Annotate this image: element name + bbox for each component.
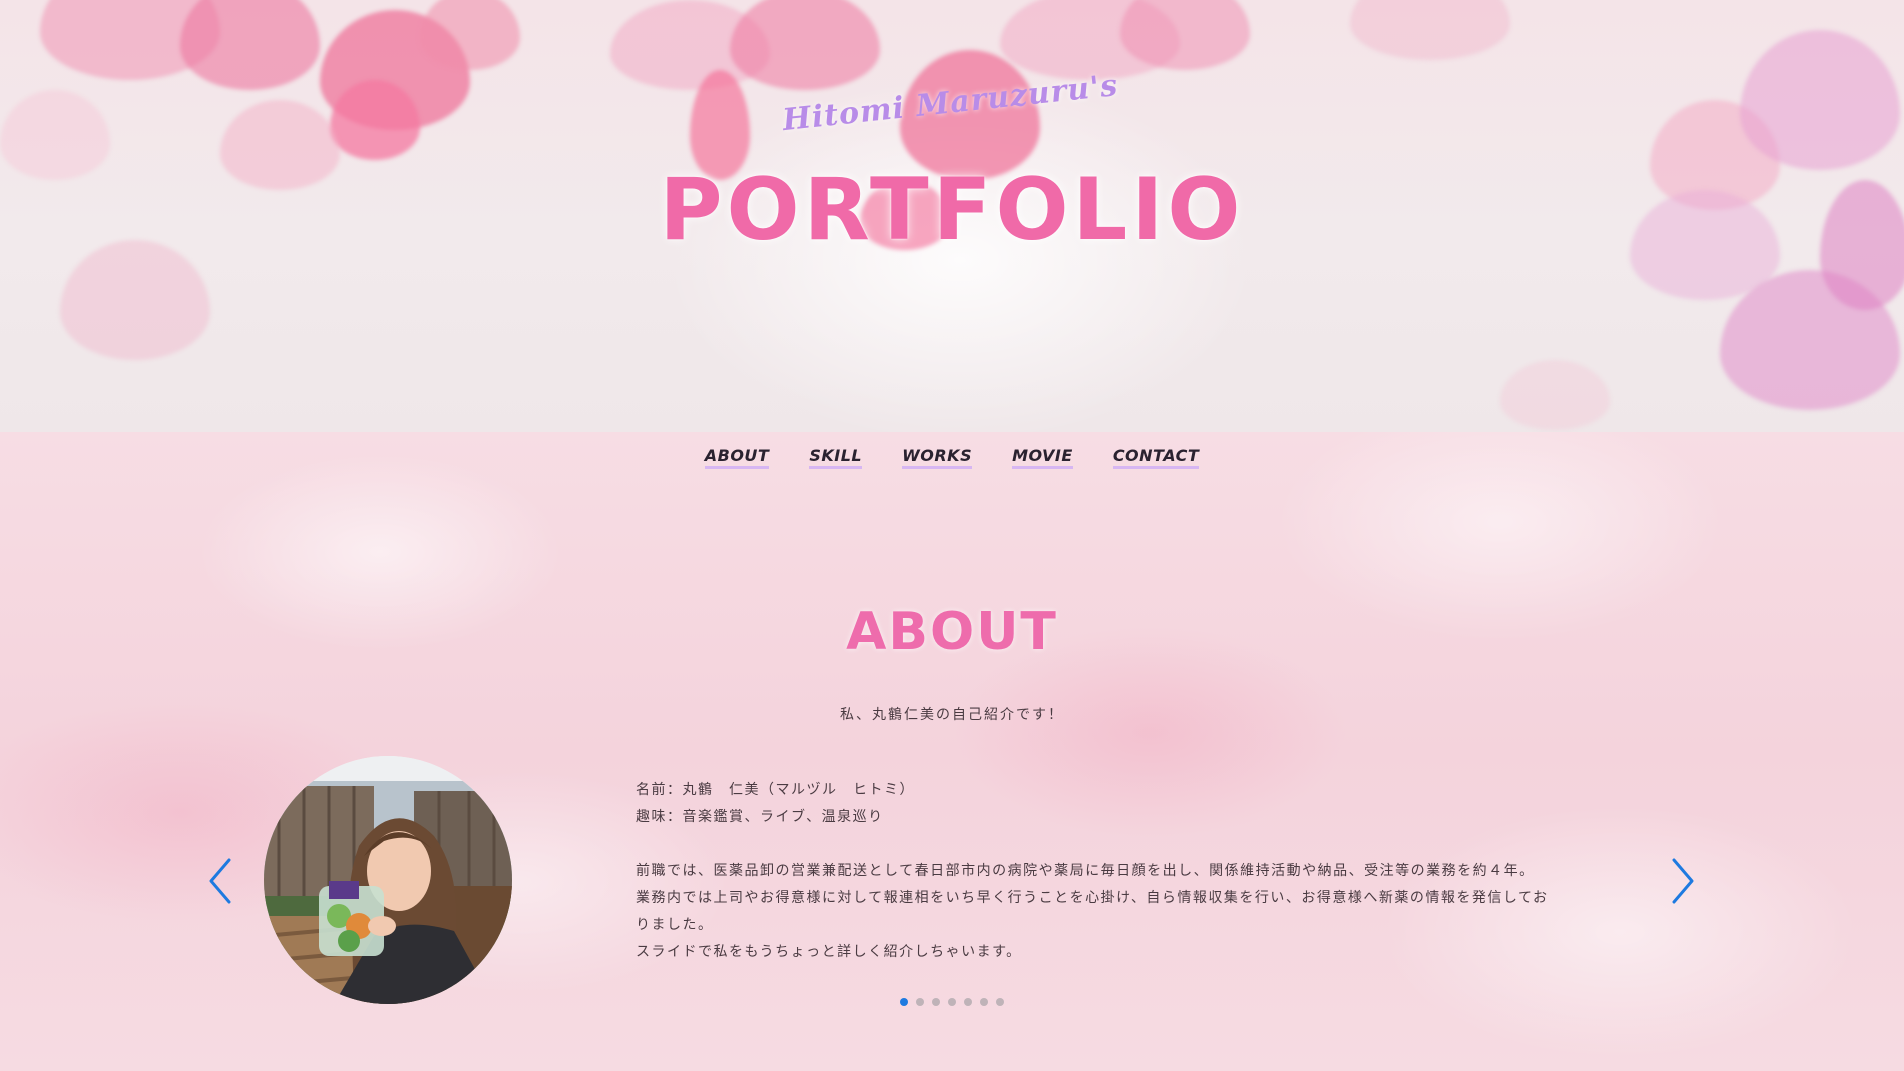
chevron-right-icon <box>1672 858 1694 904</box>
profile-name: 名前：丸鶴 仁美（マルヅル ヒトミ） <box>636 782 915 798</box>
main-section: ABOUT SKILL WORKS MOVIE CONTACT ABOUT 私、… <box>0 432 1904 1071</box>
profile-hobbies: 趣味：音楽鑑賞、ライブ、温泉巡り <box>636 809 884 825</box>
slider-dot[interactable] <box>932 998 940 1006</box>
blossom-decoration <box>730 0 880 90</box>
nav-skill[interactable]: SKILL <box>809 446 863 469</box>
nav-about[interactable]: ABOUT <box>704 446 770 469</box>
chevron-left-icon <box>209 858 231 904</box>
about-heading: ABOUT <box>846 602 1058 662</box>
hero-title: PORTFOLIO <box>659 160 1245 260</box>
slider-dot[interactable] <box>948 998 956 1006</box>
nav-contact[interactable]: CONTACT <box>1112 446 1200 469</box>
about-slide-text: 名前：丸鶴 仁美（マルヅル ヒトミ） 趣味：音楽鑑賞、ライブ、温泉巡り 前職では… <box>636 777 1576 966</box>
profile-slide-note: スライドで私をもうちょっと詳しく紹介しちゃいます。 <box>636 944 1022 960</box>
slider-dot[interactable] <box>996 998 1004 1006</box>
slider-dot[interactable] <box>964 998 972 1006</box>
slider-pagination <box>0 998 1904 1006</box>
profile-career-detail: 業務内では上司やお得意様に対して報連相をいち早く行うことを心掛け、自ら情報収集を… <box>636 890 1549 906</box>
blossom-decoration <box>420 0 520 70</box>
slider-dot[interactable] <box>916 998 924 1006</box>
blossom-decoration <box>1500 360 1610 430</box>
nav-movie[interactable]: MOVIE <box>1012 446 1073 469</box>
profile-career: 前職では、医薬品卸の営業兼配送として春日部市内の病院や薬局に毎日顔を出し、関係維… <box>636 863 1535 879</box>
profile-career-detail-end: りました。 <box>636 917 714 933</box>
slider-next-button[interactable] <box>1666 856 1700 906</box>
blossom-decoration <box>1740 30 1900 170</box>
blossom-decoration <box>180 0 320 90</box>
main-nav: ABOUT SKILL WORKS MOVIE CONTACT <box>0 446 1904 469</box>
slider-dot[interactable] <box>900 998 908 1006</box>
profile-photo-illustration <box>264 756 512 1004</box>
slider-dot[interactable] <box>980 998 988 1006</box>
hero-header: Hitomi Maruzuru's PORTFOLIO <box>0 0 1904 432</box>
profile-photo <box>264 756 512 1004</box>
page: Hitomi Maruzuru's PORTFOLIO ABOUT SKILL … <box>0 0 1904 1071</box>
about-lead: 私、丸鶴仁美の自己紹介です！ <box>840 707 1064 723</box>
nav-works[interactable]: WORKS <box>902 446 973 469</box>
slider-prev-button[interactable] <box>203 856 237 906</box>
